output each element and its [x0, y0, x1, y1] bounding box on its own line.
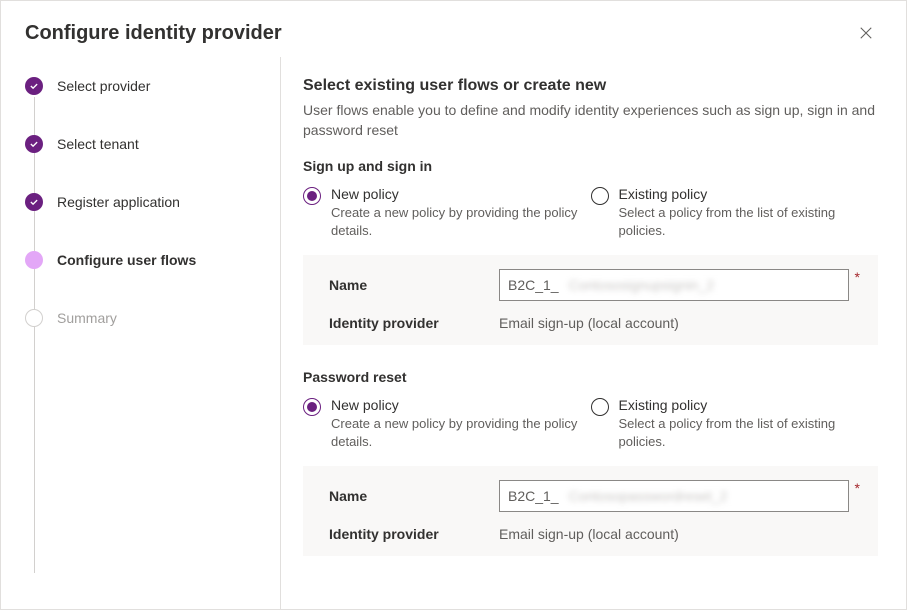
- step-label: Configure user flows: [57, 252, 196, 268]
- step-future-icon: [25, 309, 43, 327]
- section-title-reset: Password reset: [303, 369, 878, 385]
- reset-name-input[interactable]: B2C_1_: [499, 480, 849, 512]
- signup-form-box: Name B2C_1_ * Identity provider Email si…: [303, 255, 878, 345]
- content-title: Select existing user flows or create new: [303, 77, 878, 95]
- step-label: Register application: [57, 194, 180, 210]
- option-label: Existing policy: [619, 186, 869, 202]
- reset-form-box: Name B2C_1_ * Identity provider Email si…: [303, 466, 878, 556]
- idp-label: Identity provider: [329, 315, 499, 331]
- step-connector-line: [34, 97, 35, 573]
- option-desc: Create a new policy by providing the pol…: [331, 204, 581, 239]
- main-content: Select existing user flows or create new…: [281, 57, 906, 610]
- panel-header: Configure identity provider: [1, 1, 906, 57]
- name-label: Name: [329, 277, 499, 293]
- step-complete-icon: [25, 193, 43, 211]
- signup-policy-options: New policy Create a new policy by provid…: [303, 186, 878, 239]
- content-description: User flows enable you to define and modi…: [303, 101, 878, 140]
- required-indicator: *: [855, 269, 860, 285]
- radio-unselected-icon: [591, 187, 609, 205]
- signup-name-field[interactable]: [567, 276, 840, 294]
- reset-new-policy-option[interactable]: New policy Create a new policy by provid…: [303, 397, 591, 450]
- step-select-provider[interactable]: Select provider: [25, 77, 256, 95]
- reset-name-field[interactable]: [567, 487, 840, 505]
- step-register-application[interactable]: Register application: [25, 193, 256, 211]
- step-current-icon: [25, 251, 43, 269]
- step-label: Select provider: [57, 78, 150, 94]
- option-label: New policy: [331, 397, 581, 413]
- name-label: Name: [329, 488, 499, 504]
- option-desc: Create a new policy by providing the pol…: [331, 415, 581, 450]
- close-button[interactable]: [850, 17, 882, 49]
- idp-label: Identity provider: [329, 526, 499, 542]
- signup-name-input[interactable]: B2C_1_: [499, 269, 849, 301]
- radio-selected-icon: [303, 398, 321, 416]
- option-desc: Select a policy from the list of existin…: [619, 204, 869, 239]
- radio-unselected-icon: [591, 398, 609, 416]
- name-prefix: B2C_1_: [508, 277, 559, 293]
- signup-new-policy-option[interactable]: New policy Create a new policy by provid…: [303, 186, 591, 239]
- panel-title: Configure identity provider: [25, 22, 282, 45]
- step-complete-icon: [25, 77, 43, 95]
- step-select-tenant[interactable]: Select tenant: [25, 135, 256, 153]
- reset-existing-policy-option[interactable]: Existing policy Select a policy from the…: [591, 397, 879, 450]
- reset-idp-value: Email sign-up (local account): [499, 526, 860, 542]
- close-icon: [859, 26, 873, 40]
- signup-idp-value: Email sign-up (local account): [499, 315, 860, 331]
- wizard-steps-sidebar: Select provider Select tenant Register a…: [1, 57, 281, 610]
- step-complete-icon: [25, 135, 43, 153]
- step-label: Select tenant: [57, 136, 139, 152]
- option-desc: Select a policy from the list of existin…: [619, 415, 869, 450]
- step-summary[interactable]: Summary: [25, 309, 256, 327]
- step-label: Summary: [57, 310, 117, 326]
- step-configure-user-flows[interactable]: Configure user flows: [25, 251, 256, 269]
- name-prefix: B2C_1_: [508, 488, 559, 504]
- option-label: Existing policy: [619, 397, 869, 413]
- reset-policy-options: New policy Create a new policy by provid…: [303, 397, 878, 450]
- signup-existing-policy-option[interactable]: Existing policy Select a policy from the…: [591, 186, 879, 239]
- section-title-signup: Sign up and sign in: [303, 158, 878, 174]
- option-label: New policy: [331, 186, 581, 202]
- required-indicator: *: [855, 480, 860, 496]
- radio-selected-icon: [303, 187, 321, 205]
- configure-idp-panel: Configure identity provider Select provi…: [0, 0, 907, 610]
